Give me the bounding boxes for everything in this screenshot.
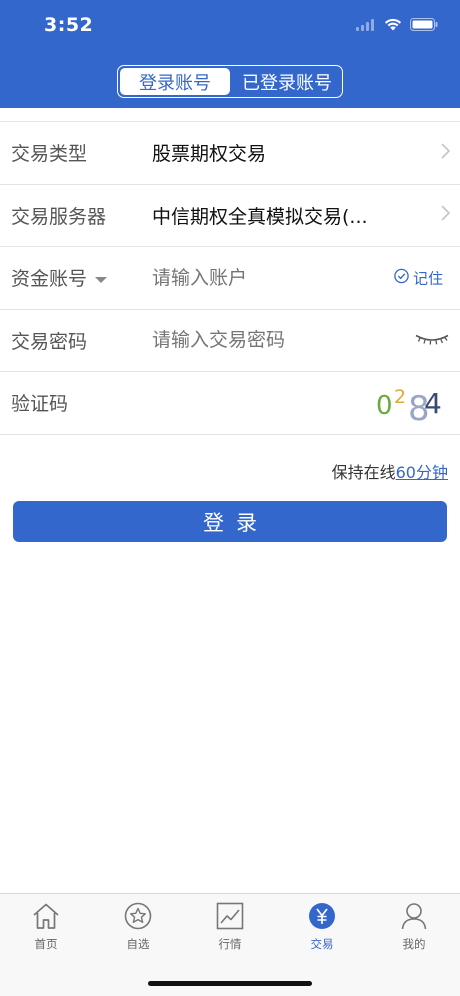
tab-mine-label: 我的 xyxy=(402,937,426,951)
fund-account-label[interactable]: 资金账号 xyxy=(11,264,108,291)
tab-trade[interactable]: 交易 xyxy=(276,894,368,956)
trade-password-row: 交易密码 xyxy=(0,310,460,372)
captcha-image[interactable]: 0 2 8 4 xyxy=(374,380,446,429)
keep-online-duration-link[interactable]: 60分钟 xyxy=(396,463,448,482)
tab-home-label: 首页 xyxy=(34,937,58,951)
login-form: 交易类型 股票期权交易 交易服务器 中信期权全真模拟交易(... 资金账号 记住… xyxy=(0,108,460,435)
check-circle-icon xyxy=(394,268,409,287)
captcha-char: 4 xyxy=(424,387,442,420)
account-segment-control: 登录账号 已登录账号 xyxy=(117,65,343,98)
verification-row: 验证码 0 2 8 4 xyxy=(0,372,460,435)
chart-icon xyxy=(215,902,245,934)
trade-password-label: 交易密码 xyxy=(11,330,88,353)
trade-password-input[interactable] xyxy=(152,329,382,352)
status-icons xyxy=(356,16,438,35)
trade-type-label: 交易类型 xyxy=(11,143,88,166)
status-time: 3:52 xyxy=(44,14,94,36)
tab-login-account[interactable]: 登录账号 xyxy=(120,68,230,95)
fund-account-row: 资金账号 记住 xyxy=(0,247,460,310)
caret-down-icon xyxy=(95,276,108,283)
home-indicator xyxy=(148,981,312,986)
yen-icon xyxy=(307,902,337,934)
fund-account-input[interactable] xyxy=(152,266,382,289)
remember-label: 记住 xyxy=(412,269,443,288)
chevron-right-icon xyxy=(441,143,451,163)
home-icon xyxy=(31,902,61,934)
trade-type-value: 股票期权交易 xyxy=(152,143,267,166)
login-button[interactable]: 登录 xyxy=(13,501,447,542)
bottom-tab-bar: 首页 自选 行情 交易 我的 xyxy=(0,893,460,996)
captcha-char: 0 xyxy=(376,391,393,421)
trade-type-row[interactable]: 交易类型 股票期权交易 xyxy=(0,122,460,185)
person-icon xyxy=(399,902,429,934)
header-bar: 3:52 登录账号 已登录账号 xyxy=(0,0,460,108)
trade-server-row[interactable]: 交易服务器 中信期权全真模拟交易(... xyxy=(0,185,460,247)
tab-watchlist[interactable]: 自选 xyxy=(92,894,184,956)
star-icon xyxy=(123,902,153,934)
verification-label: 验证码 xyxy=(11,393,69,416)
tab-market[interactable]: 行情 xyxy=(184,894,276,956)
chevron-right-icon xyxy=(441,205,451,225)
captcha-char: 2 xyxy=(394,386,407,408)
tab-logged-in-accounts[interactable]: 已登录账号 xyxy=(232,66,342,97)
fund-account-label-text: 资金账号 xyxy=(11,268,88,291)
remember-account-toggle[interactable]: 记住 xyxy=(394,267,443,288)
tab-watchlist-label: 自选 xyxy=(126,937,150,951)
keep-online-prefix: 保持在线 xyxy=(331,463,396,482)
trade-server-value: 中信期权全真模拟交易(... xyxy=(152,205,368,228)
tab-home[interactable]: 首页 xyxy=(0,894,92,956)
tab-mine[interactable]: 我的 xyxy=(368,894,460,956)
wifi-icon xyxy=(384,16,402,35)
tab-market-label: 行情 xyxy=(218,937,242,951)
eye-closed-icon[interactable] xyxy=(414,331,450,350)
trade-server-label: 交易服务器 xyxy=(11,205,107,228)
signal-icon xyxy=(356,16,376,35)
tab-trade-label: 交易 xyxy=(310,937,334,951)
battery-icon xyxy=(410,16,438,35)
keep-online-text: 保持在线60分钟 xyxy=(332,459,448,483)
